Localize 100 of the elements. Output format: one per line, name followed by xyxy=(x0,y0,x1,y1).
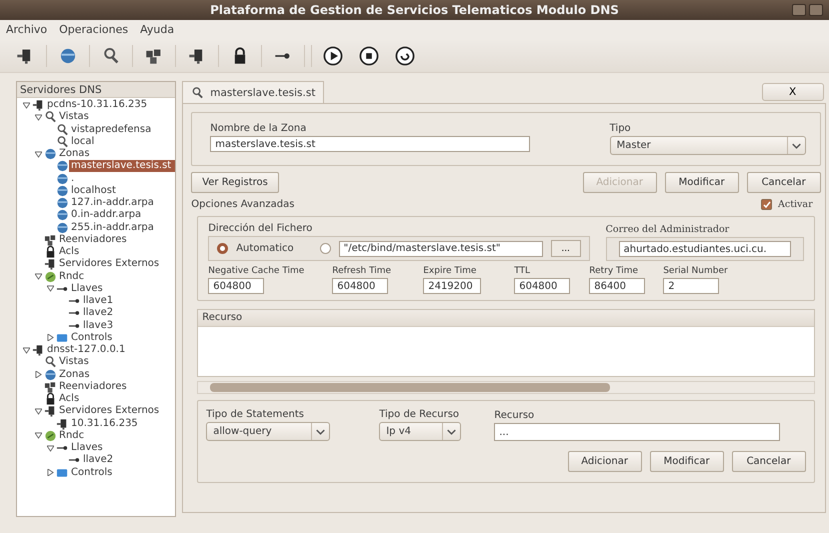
lock-icon xyxy=(44,392,57,406)
collapsed-triangle-icon[interactable] xyxy=(34,371,42,378)
tree-item[interactable]: Controls xyxy=(69,332,116,344)
action-button[interactable]: Modificar xyxy=(650,451,724,472)
action-button[interactable]: Cancelar xyxy=(746,172,821,193)
field-label: Retry Time xyxy=(589,266,640,276)
tree-item[interactable]: Llaves xyxy=(69,442,107,454)
field-label: Nombre de la Zona xyxy=(210,123,308,134)
globe-icon[interactable] xyxy=(59,46,77,64)
browse-button[interactable]: ... xyxy=(550,240,581,257)
tree-item[interactable]: llave2 xyxy=(81,307,118,320)
menu-item[interactable]: Operaciones xyxy=(59,23,128,36)
collapsed-triangle-icon[interactable] xyxy=(46,469,54,476)
radio-button[interactable] xyxy=(320,243,331,254)
tree-item[interactable]: Zonas xyxy=(57,368,94,381)
field-label: Tipo xyxy=(610,123,632,134)
expanded-triangle-icon[interactable] xyxy=(34,114,42,121)
time-field[interactable]: 2 xyxy=(663,278,720,294)
zone-name-field[interactable]: masterslave.tesis.st xyxy=(210,136,530,152)
play-icon[interactable] xyxy=(323,46,343,66)
magnifier-icon xyxy=(56,134,69,149)
tree-item[interactable]: Rndc xyxy=(57,270,88,283)
time-field[interactable]: 604800 xyxy=(332,278,388,294)
field-label: TTL xyxy=(514,266,532,276)
tree-item[interactable]: Controls xyxy=(69,466,116,479)
tree-item[interactable]: llave1 xyxy=(81,295,118,308)
statement-dropdown[interactable]: allow-query xyxy=(206,422,330,441)
boxes-icon[interactable] xyxy=(145,46,163,64)
expanded-triangle-icon[interactable] xyxy=(34,432,42,440)
tree-item[interactable]: llave3 xyxy=(81,320,118,332)
tree-item[interactable]: Zonas xyxy=(57,148,94,160)
action-button[interactable]: Adicionar xyxy=(568,451,642,472)
field-label: Negative Cache Time xyxy=(208,266,306,276)
resource-field[interactable]: ... xyxy=(494,423,780,441)
expanded-triangle-icon[interactable] xyxy=(46,444,54,452)
file-path-field[interactable]: "/etc/bind/masterslave.tesis.st" xyxy=(338,240,543,256)
magnifier-icon[interactable] xyxy=(102,46,120,64)
tree-item[interactable]: . xyxy=(69,172,78,185)
horizontal-scrollbar[interactable] xyxy=(197,381,815,394)
collapsed-triangle-icon[interactable] xyxy=(46,334,54,342)
tree-item[interactable]: 10.31.16.235 xyxy=(69,418,142,430)
globe-icon xyxy=(56,208,69,222)
expanded-triangle-icon[interactable] xyxy=(46,285,54,292)
field-label: Serial Number xyxy=(663,266,729,276)
globe-icon xyxy=(56,172,69,186)
tree-item[interactable]: 127.in-addr.arpa xyxy=(69,197,158,210)
column-header: Recurso xyxy=(198,310,814,327)
email-field[interactable]: ahurtado.estudiantes.uci.cu. xyxy=(618,241,791,257)
tree-item[interactable]: Vistas xyxy=(57,356,93,368)
tree-item[interactable]: Servidores Externos xyxy=(57,405,164,418)
tree-item[interactable]: 0.in-addr.arpa xyxy=(69,209,146,222)
boxes-icon xyxy=(44,232,57,247)
magnifier-icon xyxy=(44,355,57,370)
zone-tab[interactable]: masterslave.tesis.st xyxy=(182,81,324,103)
menu-item[interactable]: Ayuda xyxy=(140,23,174,36)
radio-label: Automatico xyxy=(236,243,294,254)
tree-item[interactable]: pcdns-10.31.16.235 xyxy=(45,99,152,112)
resource-type-dropdown[interactable]: Ip v4 xyxy=(379,422,462,441)
maximize-button[interactable] xyxy=(809,4,823,16)
refresh-icon[interactable] xyxy=(395,46,415,66)
expanded-triangle-icon[interactable] xyxy=(34,273,42,280)
tree-item[interactable]: Reenviadores xyxy=(57,234,131,246)
time-field[interactable]: 2419200 xyxy=(423,278,482,294)
tree-item[interactable]: Reenviadores xyxy=(57,380,131,393)
action-button[interactable]: Cancelar xyxy=(732,451,806,472)
expanded-triangle-icon[interactable] xyxy=(34,150,42,158)
tree-item[interactable]: local xyxy=(69,136,98,148)
tab-label: masterslave.tesis.st xyxy=(210,86,316,98)
activate-checkbox[interactable] xyxy=(761,199,772,210)
time-field[interactable]: 604800 xyxy=(514,278,570,294)
minimize-button[interactable] xyxy=(792,4,806,16)
tree-item[interactable]: dnsst-127.0.0.1 xyxy=(45,344,130,356)
tree-item[interactable]: Rndc xyxy=(57,430,88,442)
expanded-triangle-icon[interactable] xyxy=(34,408,42,415)
tree-item[interactable]: Acls xyxy=(57,246,84,258)
tree-item[interactable]: localhost xyxy=(69,184,120,197)
view-records-button[interactable]: Ver Registros xyxy=(191,172,279,193)
tree-item[interactable]: masterslave.tesis.st xyxy=(69,160,176,172)
time-field[interactable]: 604800 xyxy=(208,278,264,294)
expanded-triangle-icon[interactable] xyxy=(22,102,30,109)
tree-item[interactable]: Llaves xyxy=(69,282,107,295)
tree-item[interactable]: 255.in-addr.arpa xyxy=(69,222,158,234)
time-field[interactable]: 86400 xyxy=(589,278,646,294)
close-tab-button[interactable]: X xyxy=(762,83,824,101)
tree-item[interactable]: vistapredefensa xyxy=(69,124,156,136)
field-label: Tipo de Recurso xyxy=(379,409,460,420)
server-icon xyxy=(32,343,45,358)
stop-icon[interactable] xyxy=(359,46,379,66)
tree-item[interactable]: Vistas xyxy=(57,111,93,124)
tree-item[interactable]: Acls xyxy=(57,393,84,406)
radio-button[interactable] xyxy=(217,243,228,254)
action-button[interactable]: Modificar xyxy=(664,172,739,193)
tree-item[interactable]: Servidores Externos xyxy=(57,258,164,270)
type-dropdown[interactable]: Master xyxy=(610,136,806,155)
boxes-icon xyxy=(44,380,57,394)
section-title: Opciones Avanzadas xyxy=(191,199,294,210)
menu-item[interactable]: Archivo xyxy=(6,23,48,36)
tree-item[interactable]: llave2 xyxy=(81,454,118,466)
field-label: Recurso xyxy=(494,410,536,421)
expanded-triangle-icon[interactable] xyxy=(22,346,30,354)
